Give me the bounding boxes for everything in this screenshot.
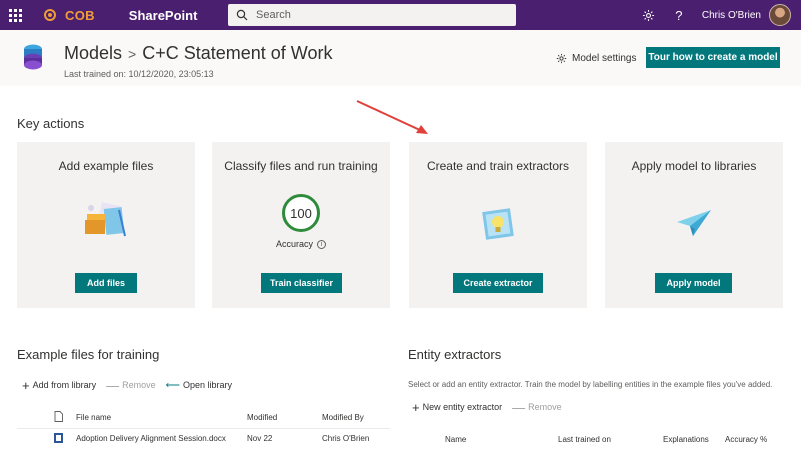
tour-button[interactable]: Tour how to create a model: [646, 47, 780, 68]
search-box[interactable]: [228, 4, 516, 26]
file-type-icon: [54, 411, 63, 422]
search-input[interactable]: [256, 9, 496, 21]
open-library-label: Open library: [182, 380, 233, 390]
card-title: Apply model to libraries: [631, 159, 757, 173]
app-launcher-waffle-icon[interactable]: [0, 0, 30, 30]
suite-bar: COB SharePoint ? Chris O'Brien: [0, 0, 801, 30]
paper-plane-icon: [677, 210, 711, 236]
model-settings-label: Model settings: [572, 53, 637, 64]
card-apply-model: Apply model to libraries Apply model: [605, 142, 783, 308]
table-divider: [17, 428, 390, 429]
column-header-modified[interactable]: Modified: [247, 413, 277, 422]
lightbulb-illustration-icon: [482, 208, 514, 240]
card-add-example-files: Add example files Add files: [17, 142, 195, 308]
remove-extractor-label: Remove: [528, 402, 562, 412]
model-settings-button[interactable]: Model settings: [556, 53, 636, 64]
modified-cell: Nov 22: [247, 434, 273, 443]
add-from-library-label: Add from library: [32, 380, 97, 390]
example-files-heading: Example files for training: [17, 347, 160, 362]
entity-extractors-toolbar: + New entity extractor — Remove: [412, 399, 572, 415]
org-logo-icon[interactable]: [44, 9, 56, 21]
train-classifier-button[interactable]: Train classifier: [261, 273, 342, 293]
accuracy-ring-icon: 100: [282, 194, 320, 232]
open-arrow-icon: ⟵: [165, 379, 180, 391]
new-entity-extractor-label: New entity extractor: [422, 402, 503, 412]
column-header-name[interactable]: Name: [445, 435, 466, 444]
info-icon[interactable]: i: [317, 239, 326, 249]
app-name[interactable]: SharePoint: [129, 8, 198, 23]
accuracy-label-row: Accuracy i: [212, 239, 390, 249]
card-title: Classify files and run training: [224, 159, 378, 173]
card-classify-files: Classify files and run training 100 Accu…: [212, 142, 390, 308]
minus-icon: —: [512, 399, 526, 415]
column-header-explanations[interactable]: Explanations: [663, 435, 709, 444]
add-icon: +: [22, 377, 30, 393]
column-header-accuracy[interactable]: Accuracy %: [725, 435, 767, 444]
open-library-button[interactable]: ⟵ Open library: [166, 380, 232, 390]
accuracy-label: Accuracy: [275, 239, 313, 249]
page-title: C+C Statement of Work: [142, 43, 333, 63]
column-header-last-trained[interactable]: Last trained on: [558, 435, 611, 444]
help-icon[interactable]: ?: [664, 0, 694, 30]
new-entity-extractor-button[interactable]: + New entity extractor: [412, 399, 503, 415]
card-title: Add example files: [58, 159, 154, 173]
add-from-library-button[interactable]: + Add from library: [22, 377, 97, 393]
org-name[interactable]: COB: [65, 8, 95, 23]
suite-right-group: ? Chris O'Brien: [634, 0, 791, 30]
file-name-cell[interactable]: Adoption Delivery Alignment Session.docx: [76, 434, 226, 443]
example-files-toolbar: + Add from library — Remove ⟵ Open libra…: [22, 377, 242, 393]
last-trained-text: Last trained on: 10/12/2020, 23:05:13: [64, 69, 214, 79]
entity-extractors-description: Select or add an entity extractor. Train…: [408, 380, 773, 389]
word-doc-icon: [54, 433, 63, 443]
breadcrumb: Models > C+C Statement of Work: [64, 43, 332, 64]
add-files-button[interactable]: Add files: [75, 273, 137, 293]
modified-by-cell: Chris O'Brien: [322, 434, 370, 443]
create-extractor-button[interactable]: Create extractor: [453, 273, 543, 293]
entity-extractors-heading: Entity extractors: [408, 347, 502, 362]
minus-icon: —: [106, 377, 120, 393]
key-actions-heading: Key actions: [17, 116, 85, 131]
avatar[interactable]: [769, 4, 791, 26]
files-illustration-icon: [85, 202, 126, 237]
model-cube-icon: [24, 44, 42, 70]
breadcrumb-models-link[interactable]: Models: [64, 43, 122, 64]
user-name[interactable]: Chris O'Brien: [702, 10, 761, 21]
add-icon: +: [412, 399, 420, 415]
column-header-modified-by[interactable]: Modified By: [322, 413, 364, 422]
search-icon: [236, 9, 248, 21]
column-header-file-name[interactable]: File name: [76, 413, 111, 422]
remove-file-button[interactable]: — Remove: [106, 377, 156, 393]
apply-model-button[interactable]: Apply model: [655, 273, 732, 293]
remove-extractor-button[interactable]: — Remove: [512, 399, 562, 415]
gear-icon: [556, 53, 567, 64]
annotation-arrow: [356, 100, 428, 134]
remove-file-label: Remove: [122, 380, 156, 390]
card-title: Create and train extractors: [426, 159, 570, 173]
settings-gear-icon[interactable]: [634, 0, 664, 30]
card-create-extractors: Create and train extractors Create extra…: [409, 142, 587, 308]
breadcrumb-separator: >: [128, 45, 137, 62]
